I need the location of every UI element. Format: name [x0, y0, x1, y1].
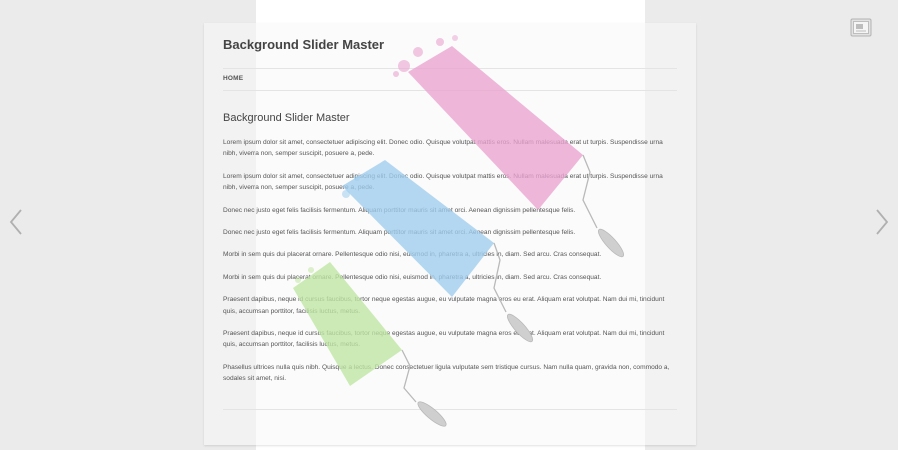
slider-next-button[interactable]	[872, 205, 892, 239]
chevron-left-icon	[9, 209, 22, 235]
entry-content: Lorem ipsum dolor sit amet, consectetuer…	[223, 137, 677, 396]
chevron-right-icon	[876, 209, 889, 235]
fullscreen-icon	[850, 18, 872, 37]
paragraph: Donec nec justo eget felis facilisis fer…	[223, 229, 576, 237]
paragraph: Phasellus ultrices nulla quis nibh. Quis…	[223, 363, 670, 383]
site-container: Background Slider Master HOME Background…	[204, 23, 696, 445]
entry-title: Background Slider Master	[223, 112, 350, 124]
header-divider	[223, 68, 677, 69]
slider-prev-button[interactable]	[6, 205, 26, 239]
fullscreen-button[interactable]	[850, 18, 872, 38]
paragraph: Lorem ipsum dolor sit amet, consectetuer…	[223, 139, 663, 158]
paragraph: Morbi in sem quis dui placerat ornare. P…	[223, 273, 602, 281]
paragraph: Lorem ipsum dolor sit amet, consectetuer…	[223, 172, 663, 192]
site-title[interactable]: Background Slider Master	[223, 37, 384, 52]
nav-item-home[interactable]: HOME	[223, 75, 243, 82]
nav-divider	[223, 90, 677, 91]
paragraph: Morbi in sem quis dui placerat ornare. P…	[223, 251, 602, 259]
paragraph: Praesent dapibus, neque id cursus faucib…	[223, 296, 665, 315]
paragraph: Donec nec justo eget felis facilisis fer…	[223, 206, 576, 214]
paragraph: Praesent dapibus, neque id cursus faucib…	[223, 330, 665, 349]
footer-divider	[223, 409, 677, 410]
